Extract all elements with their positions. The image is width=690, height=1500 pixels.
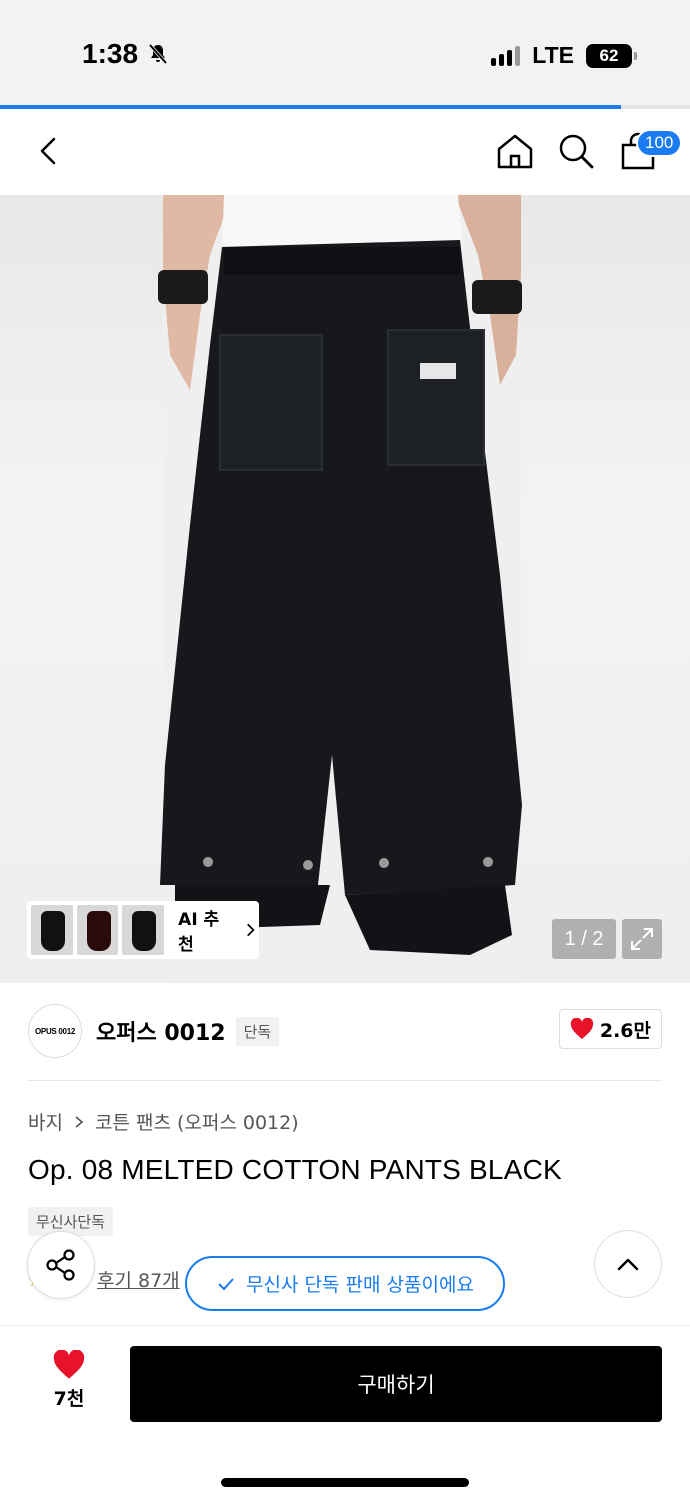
breadcrumb-subcategory[interactable]: 코튼 팬츠 (오퍼스 0012) — [95, 1108, 299, 1135]
review-link[interactable]: 후기 87개 — [97, 1266, 180, 1293]
recommend-thumbnail[interactable] — [76, 905, 119, 955]
search-button[interactable] — [556, 131, 596, 171]
home-indicator[interactable] — [221, 1478, 469, 1487]
battery-icon: 62 — [586, 43, 637, 68]
product-image-gallery[interactable]: AI 추천 1 / 2 — [0, 195, 690, 983]
heart-icon — [570, 1018, 593, 1039]
clock-text: 1:38 — [82, 38, 139, 69]
chevron-right-icon — [75, 1115, 84, 1128]
ai-recommend-label: AI 추천 — [178, 910, 220, 955]
brand-row[interactable]: OPUS 0012 오퍼스 0012 단독 2.6만 — [28, 1003, 662, 1059]
home-button[interactable] — [495, 131, 535, 171]
brand-name[interactable]: 오퍼스 0012 — [96, 1015, 226, 1047]
exclusive-toast: 무신사 단독 판매 상품이에요 — [185, 1256, 505, 1311]
brand-exclusive-tag: 단독 — [235, 1016, 280, 1046]
signal-icon — [491, 45, 521, 66]
back-button[interactable] — [30, 131, 70, 171]
battery-level: 62 — [599, 45, 619, 65]
check-icon — [218, 1277, 234, 1290]
scroll-top-button[interactable] — [594, 1230, 662, 1298]
share-icon — [46, 1249, 75, 1281]
product-title: Op. 08 MELTED COTTON PANTS BLACK — [28, 1154, 562, 1185]
buy-button[interactable]: 구매하기 — [130, 1346, 662, 1422]
home-icon — [497, 134, 533, 169]
heart-icon — [53, 1350, 85, 1379]
ai-recommendation-strip[interactable]: AI 추천 — [27, 901, 259, 959]
status-bar: 1:38 LTE 62 — [0, 0, 690, 105]
wishlist-count: 7천 — [53, 1388, 85, 1410]
chevron-up-icon — [617, 1258, 639, 1271]
brand-logo-text: OPUS 0012 — [35, 1026, 75, 1036]
recommend-thumbnail[interactable] — [122, 905, 165, 955]
brand-like-button[interactable]: 2.6만 — [558, 1009, 662, 1049]
breadcrumb: 바지 코튼 팬츠 (오퍼스 0012) — [28, 1108, 299, 1135]
brand-logo[interactable]: OPUS 0012 — [28, 1004, 82, 1058]
breadcrumb-category[interactable]: 바지 — [28, 1108, 63, 1135]
product-photo — [158, 195, 522, 983]
divider — [28, 1080, 662, 1081]
chevron-right-icon — [246, 923, 255, 937]
toast-text: 무신사 단독 판매 상품이에요 — [246, 1274, 474, 1296]
share-button[interactable] — [27, 1231, 95, 1299]
chevron-left-icon — [40, 137, 56, 165]
cart-count-badge: 100 — [636, 129, 683, 157]
wishlist-button[interactable]: 7천 — [42, 1350, 96, 1411]
network-label: LTE — [532, 42, 574, 68]
status-indicators: LTE 62 — [491, 42, 637, 69]
search-icon — [559, 134, 594, 169]
expand-icon — [631, 928, 653, 950]
bottom-action-bar: 7천 구매하기 — [0, 1325, 690, 1500]
brand-like-count: 2.6만 — [599, 1019, 651, 1042]
app-header: 100 — [0, 109, 690, 195]
image-counter: 1 / 2 — [552, 919, 616, 959]
status-time: 1:38 — [82, 38, 170, 70]
recommend-thumbnail[interactable] — [31, 905, 73, 955]
expand-image-button[interactable] — [622, 919, 662, 959]
bell-muted-icon — [148, 43, 168, 65]
